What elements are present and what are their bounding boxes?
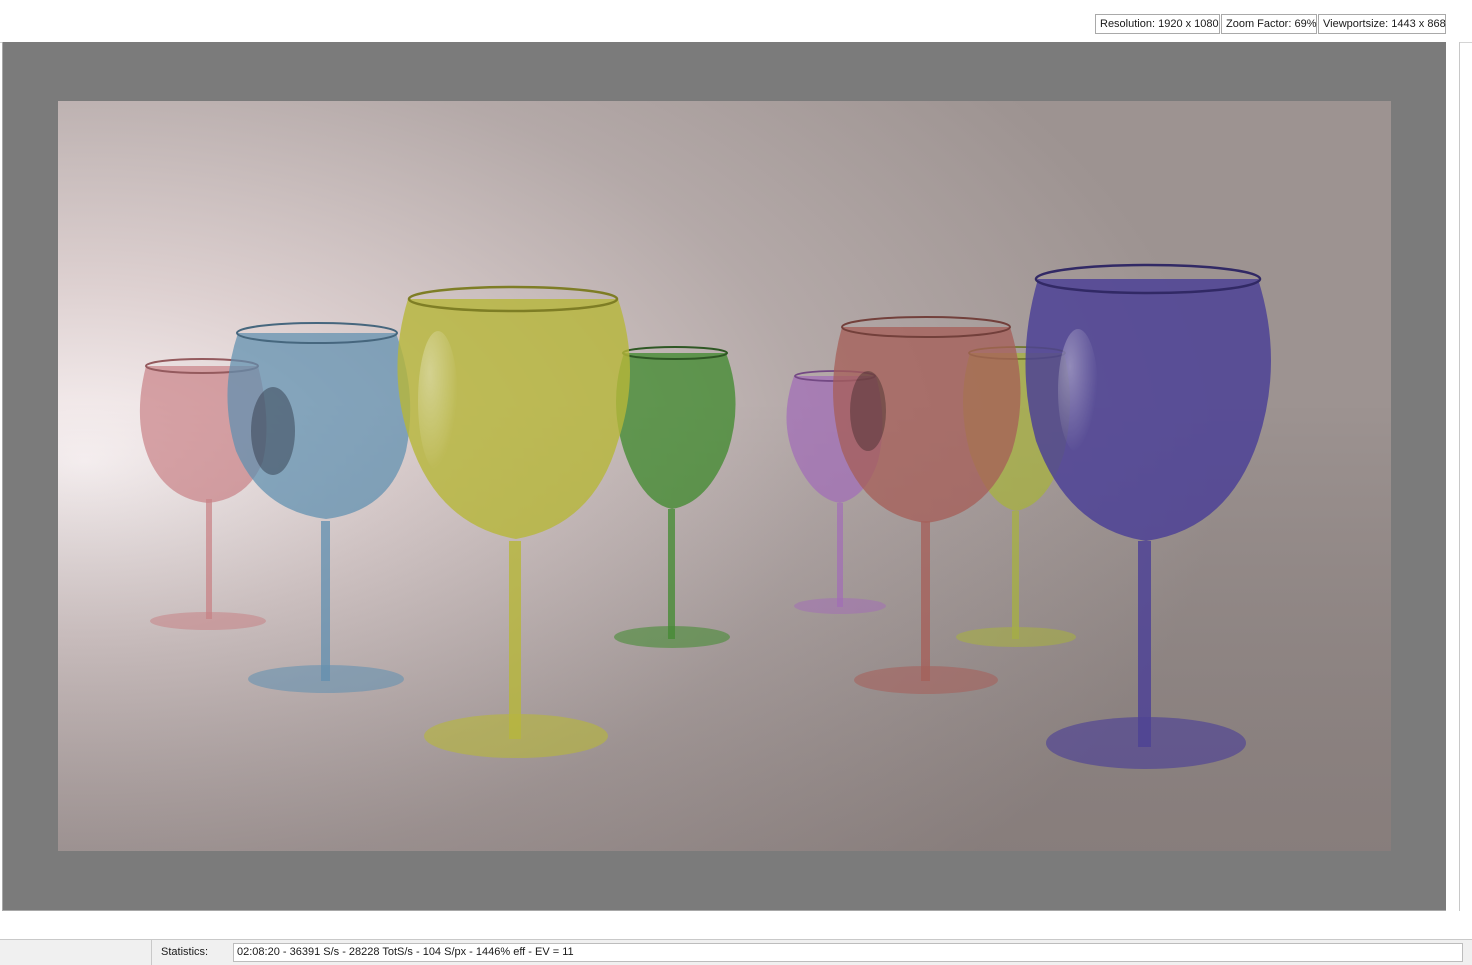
status-segment-empty xyxy=(0,940,152,965)
horizontal-scroll-track[interactable] xyxy=(0,911,1472,939)
vertical-scroll-track[interactable] xyxy=(1446,42,1460,911)
viewport-size-readout: Viewportsize: 1443 x 868 xyxy=(1318,14,1446,34)
status-bar: Statistics: 02:08:20 - 36391 S/s - 28228… xyxy=(0,939,1472,965)
render-viewport[interactable] xyxy=(2,42,1446,911)
render-image xyxy=(58,101,1391,851)
rendered-scene xyxy=(58,101,1391,851)
statistics-label: Statistics: xyxy=(161,946,209,958)
render-viewer-window: Resolution: 1920 x 1080 Zoom Factor: 69%… xyxy=(0,0,1472,965)
zoom-factor-readout: Zoom Factor: 69% xyxy=(1221,14,1317,34)
statistics-value: 02:08:20 - 36391 S/s - 28228 TotS/s - 10… xyxy=(233,943,1463,962)
window-edge-divider xyxy=(1459,42,1460,927)
viewer-info-bar: Resolution: 1920 x 1080 Zoom Factor: 69%… xyxy=(0,0,1472,43)
resolution-readout: Resolution: 1920 x 1080 xyxy=(1095,14,1220,34)
